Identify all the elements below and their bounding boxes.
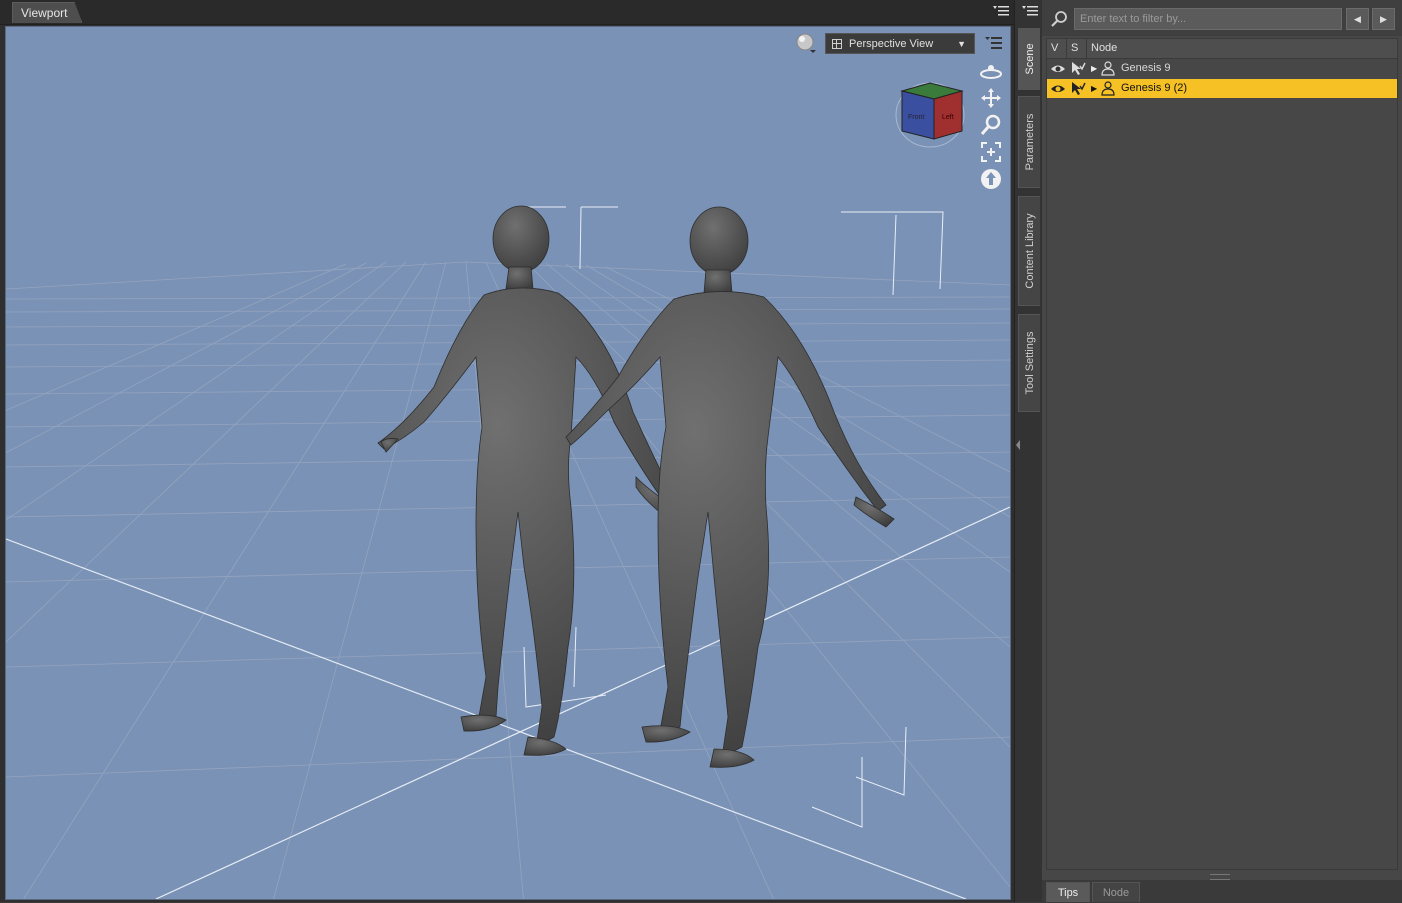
3d-viewport[interactable]: Perspective View ▼ Front Left	[5, 26, 1011, 900]
scene-tree[interactable]: V S Node ▶ Genesis 9 ▶ Genesis 9 (2)	[1046, 38, 1398, 870]
dock-side-tabs: Scene Parameters Content Library Tool Se…	[1014, 0, 1043, 902]
expand-arrow-icon[interactable]: ▶	[1091, 79, 1097, 98]
bottom-tabs: Tips Node	[1042, 880, 1402, 902]
cube-front-label: Front	[908, 114, 924, 121]
frame-icon[interactable]	[979, 140, 1003, 164]
node-name: Genesis 9 (2)	[1121, 82, 1188, 94]
scene-render[interactable]	[6, 27, 1010, 899]
eye-icon[interactable]	[1050, 82, 1066, 95]
expand-arrow-icon[interactable]: ▶	[1091, 59, 1097, 78]
reset-view-icon[interactable]	[979, 167, 1003, 191]
view-select-label: Perspective View	[849, 38, 934, 50]
chevron-down-icon: ▼	[957, 39, 966, 49]
figure-icon	[1101, 61, 1115, 76]
eye-icon[interactable]	[1050, 62, 1066, 75]
search-icon[interactable]	[1050, 10, 1068, 28]
select-cursor-icon[interactable]	[1070, 81, 1086, 96]
pane-menu-icon[interactable]	[992, 3, 1010, 19]
column-node[interactable]: Node	[1087, 39, 1397, 58]
view-layout-icon	[832, 39, 842, 49]
tab-tips[interactable]: Tips	[1046, 882, 1090, 902]
collapse-grip-icon[interactable]	[1015, 430, 1021, 460]
viewport-pane: Viewport Perspective View ▼ Front Left	[0, 0, 1014, 902]
figure-genesis-9-2	[565, 206, 895, 768]
viewport-tabbar: Viewport	[0, 0, 1014, 25]
node-name: Genesis 9	[1121, 62, 1171, 74]
tab-tool-settings[interactable]: Tool Settings	[1018, 314, 1040, 412]
render-preview-icon[interactable]	[796, 33, 816, 53]
view-cube[interactable]: Front Left	[892, 79, 968, 149]
figure-icon	[1101, 81, 1115, 96]
pan-icon[interactable]	[979, 86, 1003, 110]
orbit-icon[interactable]	[979, 59, 1003, 83]
tab-content-library[interactable]: Content Library	[1018, 196, 1040, 306]
tree-row-genesis-9[interactable]: ▶ Genesis 9	[1047, 59, 1397, 78]
filter-next-button[interactable]: ▶	[1372, 8, 1395, 30]
tab-parameters[interactable]: Parameters	[1018, 96, 1040, 188]
tab-scene[interactable]: Scene	[1018, 28, 1040, 90]
tab-node[interactable]: Node	[1092, 882, 1140, 902]
viewport-tab[interactable]: Viewport	[12, 2, 82, 23]
pane-menu-icon[interactable]	[1021, 3, 1039, 19]
column-visible[interactable]: V	[1047, 39, 1067, 58]
filter-bar: ◀ ▶	[1042, 0, 1402, 36]
select-cursor-icon[interactable]	[1070, 61, 1086, 76]
scene-tree-header: V S Node	[1047, 39, 1397, 59]
viewport-options-icon[interactable]	[981, 32, 1005, 56]
filter-prev-button[interactable]: ◀	[1346, 8, 1369, 30]
zoom-icon[interactable]	[979, 113, 1003, 137]
view-select[interactable]: Perspective View ▼	[825, 33, 975, 54]
cube-left-label: Left	[942, 114, 954, 121]
filter-input[interactable]	[1074, 8, 1342, 30]
tree-row-genesis-9-2[interactable]: ▶ Genesis 9 (2)	[1047, 79, 1397, 98]
column-selectable[interactable]: S	[1067, 39, 1087, 58]
scene-pane: ◀ ▶ V S Node ▶ Genesis 9	[1042, 0, 1402, 902]
figure-genesis-9	[377, 205, 679, 756]
